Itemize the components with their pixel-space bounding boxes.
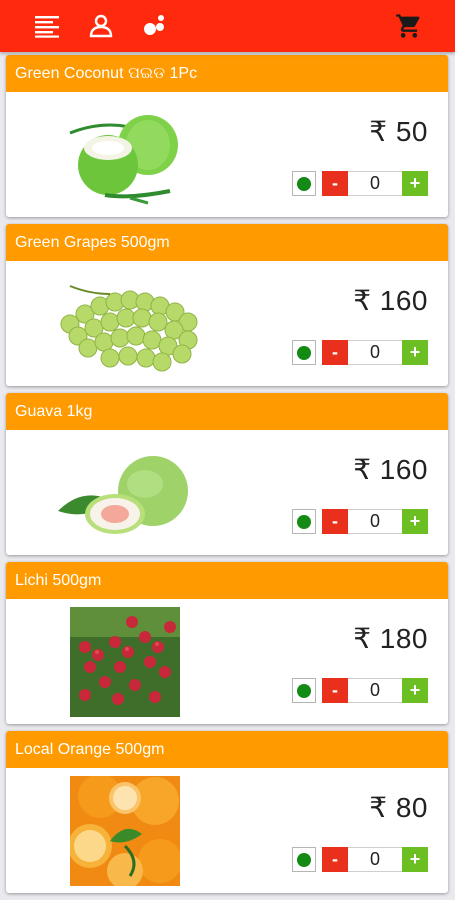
coconut-image (50, 100, 200, 210)
quantity-stepper: - 0 + (292, 171, 428, 196)
grapes-image (50, 269, 200, 379)
product-title: Guava 1kg (6, 393, 448, 430)
product-card[interactable]: Green Grapes 500gm ₹ 160 - 0 + (6, 224, 448, 386)
product-title: Local Orange 500gm (6, 731, 448, 768)
veg-indicator-icon (292, 171, 316, 196)
product-price: ₹ 160 (353, 454, 428, 485)
decrease-quantity-button[interactable]: - (322, 678, 348, 703)
decrease-quantity-button[interactable]: - (322, 340, 348, 365)
quantity-stepper: - 0 + (292, 847, 428, 872)
quantity-field[interactable]: 0 (348, 678, 402, 703)
product-price: ₹ 50 (369, 116, 428, 147)
top-app-bar (0, 0, 455, 52)
veg-indicator-icon (292, 847, 316, 872)
quantity-field[interactable]: 0 (348, 847, 402, 872)
product-list-screen: Green Coconut ପଇଡ 1Pc ₹ 50 - 0 + Green G… (0, 0, 455, 900)
increase-quantity-button[interactable]: + (402, 509, 428, 534)
increase-quantity-button[interactable]: + (402, 340, 428, 365)
increase-quantity-button[interactable]: + (402, 678, 428, 703)
product-price: ₹ 160 (353, 285, 428, 316)
product-card[interactable]: Green Coconut ପଇଡ 1Pc ₹ 50 - 0 + (6, 55, 448, 217)
veg-indicator-icon (292, 340, 316, 365)
menu-icon[interactable] (33, 12, 61, 40)
orange-image (50, 776, 200, 886)
increase-quantity-button[interactable]: + (402, 847, 428, 872)
decrease-quantity-button[interactable]: - (322, 847, 348, 872)
product-price: ₹ 180 (353, 623, 428, 654)
user-icon[interactable] (87, 12, 115, 40)
cart-icon[interactable] (395, 12, 423, 40)
product-title: Lichi 500gm (6, 562, 448, 599)
product-card[interactable]: Guava 1kg ₹ 160 - 0 + (6, 393, 448, 555)
quantity-stepper: - 0 + (292, 678, 428, 703)
quantity-field[interactable]: 0 (348, 340, 402, 365)
product-card[interactable]: Lichi 500gm ₹ 180 - 0 + (6, 562, 448, 724)
quantity-stepper: - 0 + (292, 340, 428, 365)
decrease-quantity-button[interactable]: - (322, 171, 348, 196)
group-icon[interactable] (141, 12, 169, 40)
product-title: Green Coconut ପଇଡ 1Pc (6, 55, 448, 92)
decrease-quantity-button[interactable]: - (322, 509, 348, 534)
product-title: Green Grapes 500gm (6, 224, 448, 261)
product-price: ₹ 80 (369, 792, 428, 823)
quantity-field[interactable]: 0 (348, 509, 402, 534)
veg-indicator-icon (292, 509, 316, 534)
lichi-image (50, 607, 200, 717)
product-card[interactable]: Local Orange 500gm ₹ 80 - 0 + (6, 731, 448, 893)
quantity-field[interactable]: 0 (348, 171, 402, 196)
increase-quantity-button[interactable]: + (402, 171, 428, 196)
guava-image (50, 438, 200, 548)
quantity-stepper: - 0 + (292, 509, 428, 534)
veg-indicator-icon (292, 678, 316, 703)
